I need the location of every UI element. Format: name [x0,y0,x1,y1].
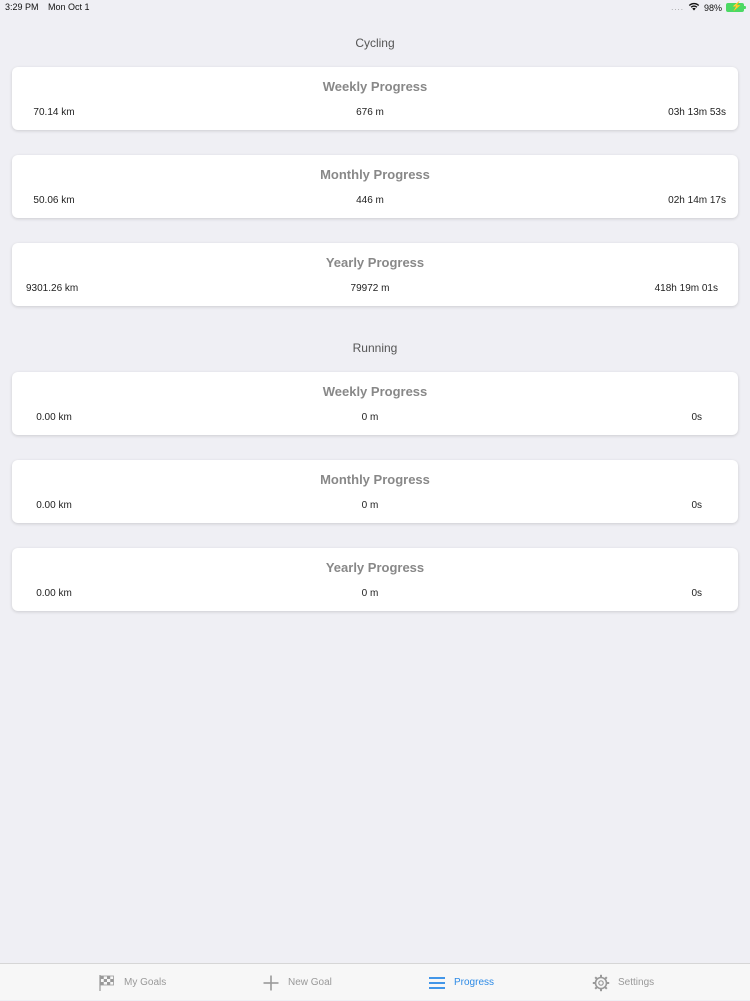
card-title: Monthly Progress [12,472,738,487]
gear-icon [592,974,610,992]
tab-label: My Goals [124,977,166,988]
running-monthly-card: Monthly Progress 0.00 km 0 m 0s [12,460,738,523]
time-value: 0s [662,500,702,511]
plus-icon [262,974,280,992]
list-icon [428,974,446,992]
checkered-flag-icon [98,974,116,992]
section-title-running: Running [0,341,750,355]
elevation-value: 0 m [318,588,422,599]
card-title: Monthly Progress [12,167,738,182]
battery-icon: ⚡ [726,3,744,12]
distance-value: 70.14 km [12,107,96,118]
time-value: 0s [662,412,702,423]
time-value: 418h 19m 01s [628,283,718,294]
distance-value: 50.06 km [12,195,96,206]
distance-value: 0.00 km [12,500,96,511]
wifi-icon [688,2,700,13]
cycling-weekly-card: Weekly Progress 70.14 km 676 m 03h 13m 5… [12,67,738,130]
tab-label: New Goal [288,977,332,988]
card-title: Yearly Progress [12,560,738,575]
card-title: Yearly Progress [12,255,738,270]
elevation-value: 0 m [318,412,422,423]
time-value: 02h 14m 17s [636,195,726,206]
tab-bar: My Goals New Goal Progress [0,963,750,1000]
elevation-value: 446 m [318,195,422,206]
tab-label: Settings [618,977,654,988]
signal-icon: .... [671,3,684,12]
time-value: 03h 13m 53s [636,107,726,118]
running-yearly-card: Yearly Progress 0.00 km 0 m 0s [12,548,738,611]
tab-label: Progress [454,977,494,988]
card-title: Weekly Progress [12,384,738,399]
elevation-value: 79972 m [318,283,422,294]
distance-value: 0.00 km [12,588,96,599]
status-right: .... 98% ⚡ [671,2,744,13]
tab-progress[interactable]: Progress [428,964,494,1001]
status-bar: 3:29 PM Mon Oct 1 .... 98% ⚡ [0,0,750,16]
tab-settings[interactable]: Settings [592,964,654,1001]
elevation-value: 0 m [318,500,422,511]
status-date: Mon Oct 1 [48,2,90,12]
status-time: 3:29 PM [5,2,39,12]
time-value: 0s [662,588,702,599]
cycling-yearly-card: Yearly Progress 9301.26 km 79972 m 418h … [12,243,738,306]
cycling-monthly-card: Monthly Progress 50.06 km 446 m 02h 14m … [12,155,738,218]
tab-my-goals[interactable]: My Goals [98,964,166,1001]
distance-value: 0.00 km [12,412,96,423]
section-title-cycling: Cycling [0,36,750,50]
running-weekly-card: Weekly Progress 0.00 km 0 m 0s [12,372,738,435]
distance-value: 9301.26 km [26,283,110,294]
tab-new-goal[interactable]: New Goal [262,964,332,1001]
elevation-value: 676 m [318,107,422,118]
card-title: Weekly Progress [12,79,738,94]
battery-percent: 98% [704,3,722,13]
